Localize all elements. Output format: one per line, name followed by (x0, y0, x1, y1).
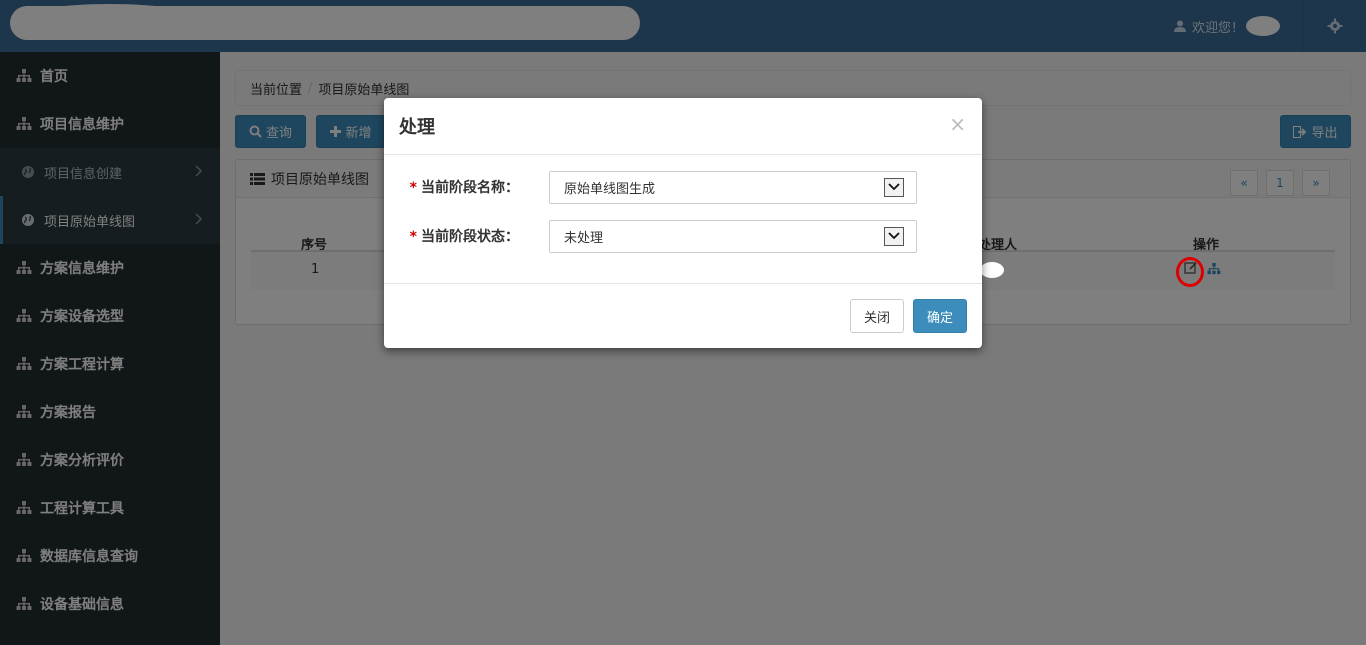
close-icon[interactable]: × (949, 112, 966, 136)
confirm-button[interactable]: 确定 (913, 299, 967, 333)
stage-status-label-text: 当前阶段状态： (421, 229, 519, 245)
stage-name-label-text: 当前阶段名称： (421, 180, 519, 196)
close-button[interactable]: 关闭 (850, 299, 904, 333)
process-dialog: 处理 × * 当前阶段名称： 原始单线图生成 * 当前阶段状态： 未处理 关闭 确定 (384, 98, 982, 348)
annotation-circle (1176, 257, 1204, 287)
form-row-stage-name: * 当前阶段名称： 原始单线图生成 (384, 170, 982, 204)
stage-name-value: 原始单线图生成 (564, 181, 656, 197)
stage-status-value: 未处理 (564, 230, 604, 246)
chevron-down-icon (884, 177, 904, 197)
stage-name-label: * 当前阶段名称： (384, 177, 534, 197)
stage-status-select[interactable]: 未处理 (549, 219, 917, 253)
dialog-title: 处理 (399, 117, 435, 138)
required-marker: * (409, 180, 417, 196)
chevron-down-icon (884, 226, 904, 246)
stage-status-label: * 当前阶段状态： (384, 226, 534, 246)
handler-redacted (980, 262, 1004, 278)
dialog-header: 处理 (384, 98, 982, 155)
form-row-stage-status: * 当前阶段状态： 未处理 (384, 219, 982, 253)
stage-name-select[interactable]: 原始单线图生成 (549, 170, 917, 204)
dialog-footer: 关闭 确定 (384, 283, 982, 348)
required-marker: * (409, 229, 417, 245)
